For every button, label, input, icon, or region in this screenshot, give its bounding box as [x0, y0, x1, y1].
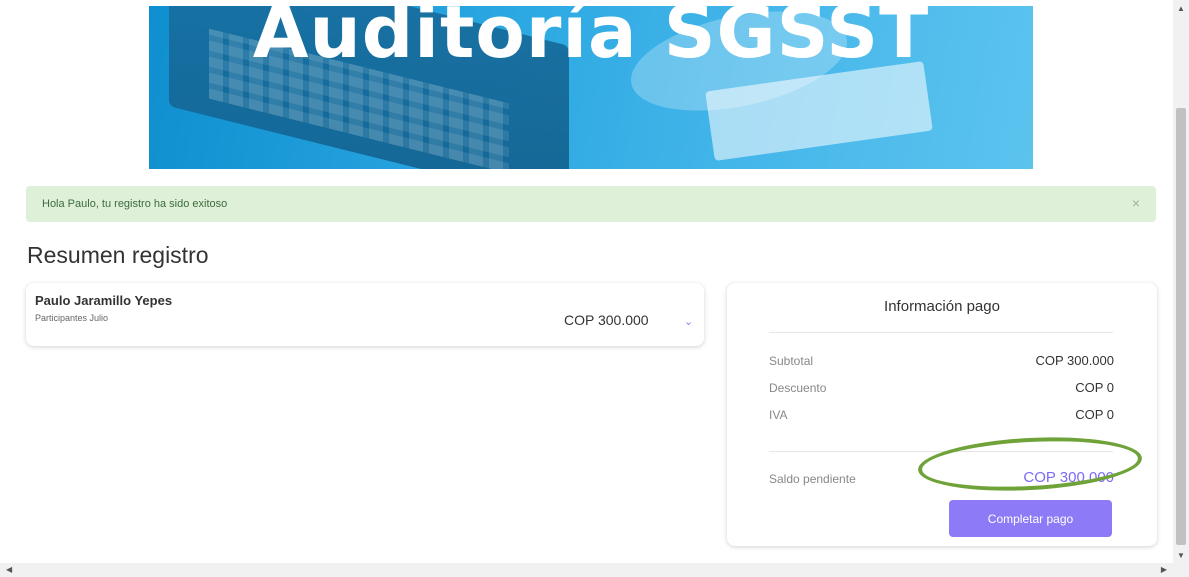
- subtotal-value: COP 300.000: [1035, 353, 1114, 368]
- success-alert: Hola Paulo, tu registro ha sido exitoso …: [26, 186, 1156, 222]
- scroll-right-icon[interactable]: ▶: [1161, 565, 1167, 574]
- pending-label: Saldo pendiente: [769, 472, 856, 486]
- registrant-price: COP 300.000: [564, 312, 649, 328]
- page-title: Resumen registro: [27, 242, 209, 268]
- horizontal-scrollbar[interactable]: ◀ ▶: [0, 563, 1173, 577]
- subtotal-label: Subtotal: [769, 354, 814, 368]
- discount-value: COP 0: [1075, 380, 1114, 395]
- complete-payment-button[interactable]: Completar pago: [949, 500, 1112, 537]
- registrant-group: Participantes Julio: [35, 313, 109, 323]
- close-icon[interactable]: ×: [1132, 195, 1140, 211]
- tax-value: COP 0: [1075, 407, 1114, 422]
- scrollbar-thumb[interactable]: [1176, 108, 1186, 545]
- chevron-down-icon[interactable]: ⌄: [684, 315, 693, 328]
- scroll-down-icon[interactable]: ▼: [1177, 551, 1185, 560]
- vertical-scrollbar[interactable]: ▲ ▼: [1173, 0, 1189, 577]
- discount-label: Descuento: [769, 381, 827, 395]
- event-banner: Auditoría SGSST: [149, 6, 1033, 169]
- tax-label: IVA: [769, 408, 788, 422]
- scroll-left-icon[interactable]: ◀: [6, 565, 12, 574]
- registrant-card[interactable]: Paulo Jaramillo Yepes Participantes Juli…: [26, 283, 704, 346]
- banner-title: Auditoría SGSST: [252, 6, 930, 74]
- registrant-name: Paulo Jaramillo Yepes: [35, 293, 173, 308]
- payment-title: Información pago: [884, 298, 1000, 315]
- alert-message: Hola Paulo, tu registro ha sido exitoso: [42, 198, 228, 210]
- payment-card: Información pago Subtotal COP 300.000 De…: [727, 283, 1157, 546]
- scroll-up-icon[interactable]: ▲: [1177, 4, 1185, 13]
- divider: [769, 332, 1113, 333]
